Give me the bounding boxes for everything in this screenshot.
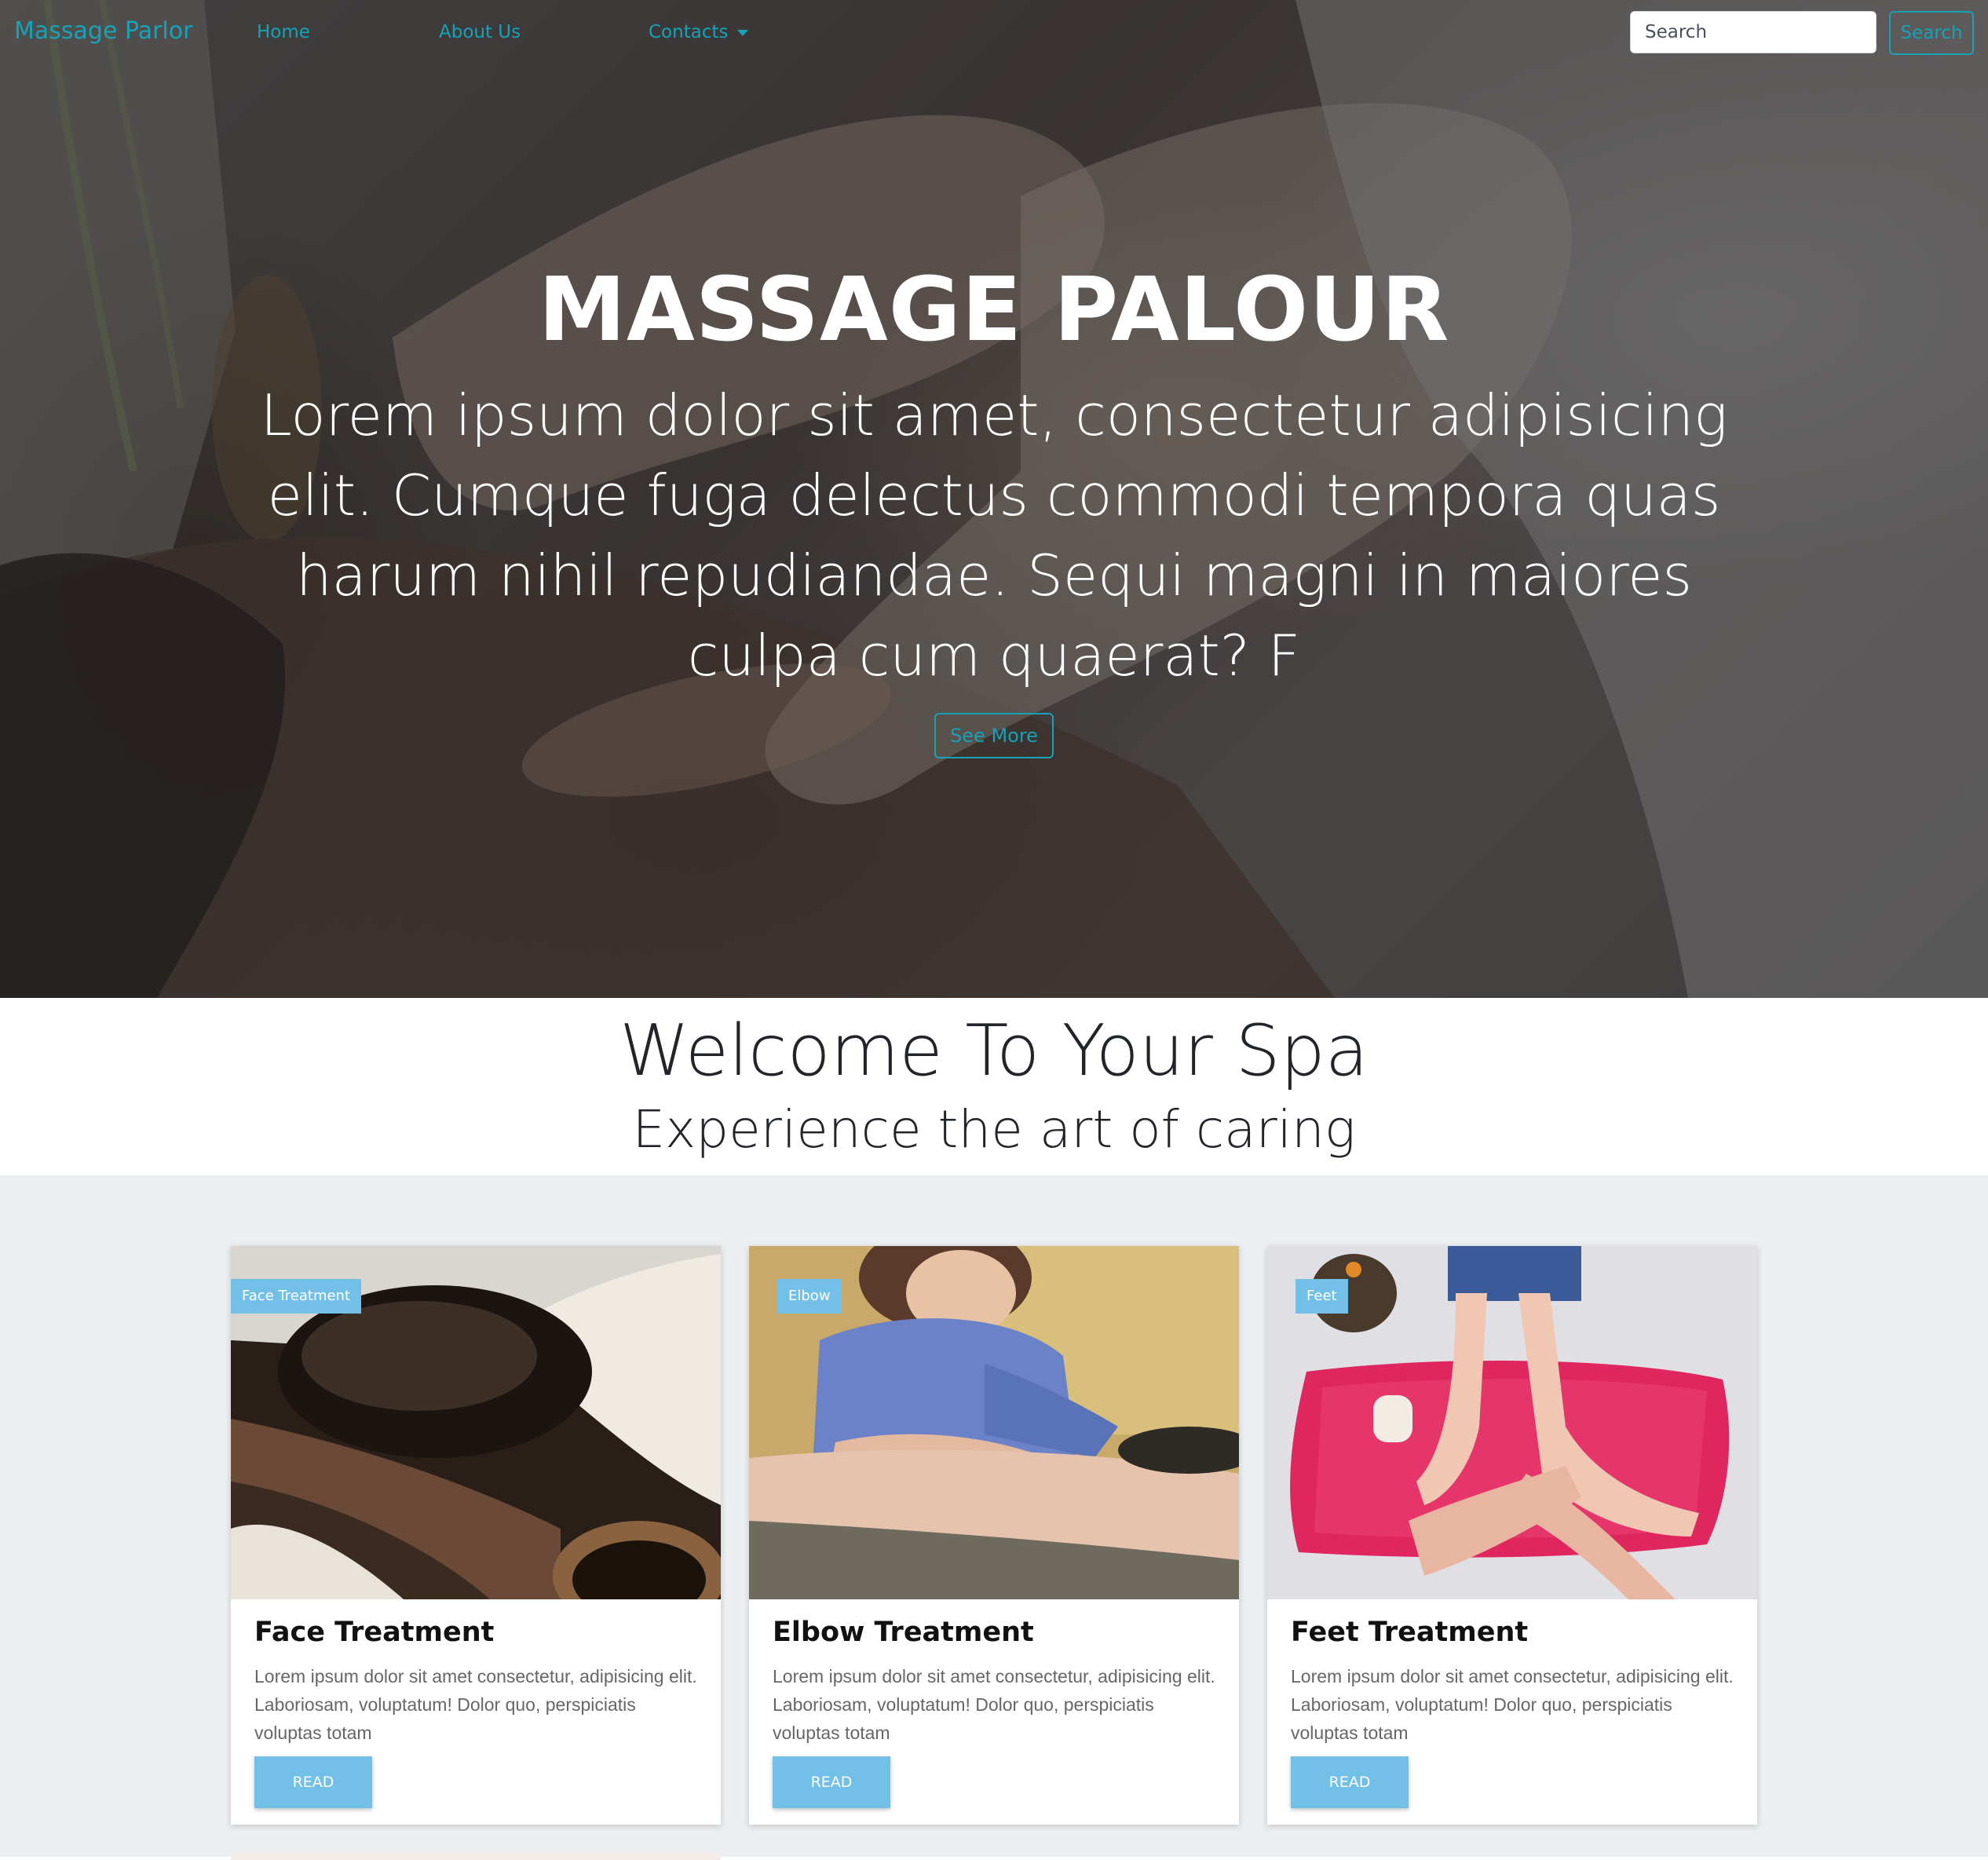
card-category-tag[interactable]: Face Treatment (231, 1279, 362, 1314)
card-title: Elbow Treatment (773, 1617, 1034, 1648)
search-input[interactable] (1630, 11, 1877, 53)
hero-title: MASSAGE PALOUR (538, 259, 1450, 361)
nav-link-contacts-label: Contacts (649, 22, 729, 42)
treatment-card: Feet Feet Treatment Lorem ipsum dolor si… (1267, 1246, 1757, 1825)
card-text: Lorem ipsum dolor sit amet consectetur, … (254, 1666, 697, 1743)
nav-link-contacts[interactable]: Contacts (649, 22, 749, 42)
brand-logo[interactable]: Massage Parlor (14, 17, 192, 45)
card-title: Face Treatment (254, 1617, 495, 1648)
see-more-button[interactable]: See More (934, 713, 1054, 758)
read-button[interactable]: READ (254, 1756, 372, 1808)
face-treatment-image: Face Treatment (231, 1246, 721, 1599)
elbow-treatment-image: Elbow (749, 1246, 1239, 1599)
hero-section: MASSAGE PALOUR Lorem ipsum dolor sit ame… (0, 0, 1988, 998)
search-button[interactable]: Search (1889, 11, 1974, 55)
card-title: Feet Treatment (1291, 1617, 1529, 1648)
next-card-peek (231, 1852, 721, 1860)
treatment-card: Elbow Elbow Treatment Lorem ipsum dolor … (749, 1246, 1239, 1825)
card-text: Lorem ipsum dolor sit amet consectetur, … (1291, 1666, 1734, 1743)
treatments-section: Face Treatment Face Treatment Lorem ipsu… (0, 1175, 1988, 1860)
nav-link-home[interactable]: Home (257, 22, 310, 42)
read-button[interactable]: READ (1291, 1756, 1409, 1808)
navbar: Massage Parlor Home About Us Contacts Se… (0, 0, 1988, 68)
welcome-subtitle: Experience the art of caring (632, 1099, 1356, 1160)
hero-text: Lorem ipsum dolor sit amet, consectetur … (260, 382, 1728, 689)
card-category-tag[interactable]: Feet (1295, 1279, 1348, 1314)
welcome-section: Welcome To Your Spa Experience the art o… (0, 998, 1988, 1175)
nav-link-about-us[interactable]: About Us (439, 22, 521, 42)
hero-content: MASSAGE PALOUR Lorem ipsum dolor sit ame… (0, 251, 1988, 758)
treatment-card: Face Treatment Face Treatment Lorem ipsu… (231, 1246, 721, 1825)
caret-down-icon (737, 29, 749, 36)
feet-treatment-image: Feet (1267, 1246, 1757, 1599)
welcome-title: Welcome To Your Spa (619, 1010, 1369, 1092)
read-button[interactable]: READ (773, 1756, 890, 1808)
card-text: Lorem ipsum dolor sit amet consectetur, … (773, 1666, 1215, 1743)
card-category-tag[interactable]: Elbow (777, 1279, 842, 1314)
